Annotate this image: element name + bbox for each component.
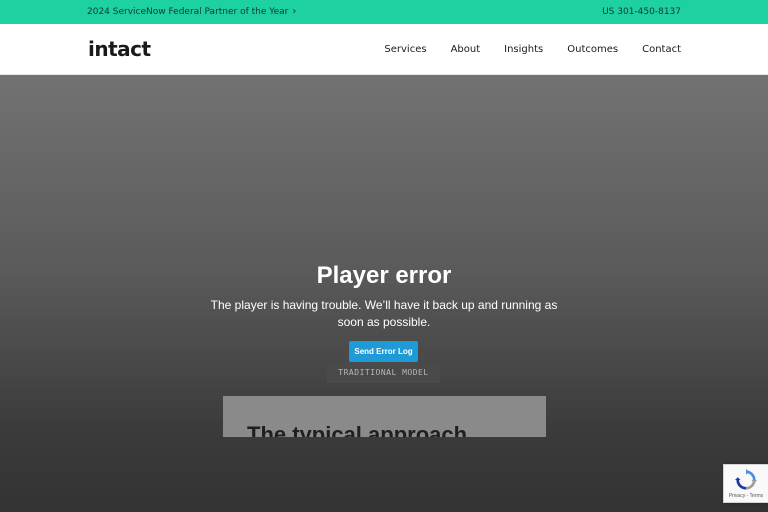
player-error-title: Player error	[316, 262, 452, 289]
approach-card: The typical approach	[223, 396, 546, 437]
nav-item-about[interactable]: About	[451, 44, 481, 55]
logo[interactable]: intact	[88, 37, 151, 61]
nav-item-services[interactable]: Services	[384, 44, 426, 55]
recaptcha-links[interactable]: Privacy - Terms	[729, 493, 763, 499]
recaptcha-icon	[735, 469, 757, 490]
chevron-right-icon[interactable]: ›	[292, 7, 296, 17]
nav-item-insights[interactable]: Insights	[504, 44, 543, 55]
section-tag: TRADITIONAL MODEL	[327, 362, 440, 383]
send-error-log-button[interactable]: Send Error Log	[349, 341, 418, 362]
site-header: intact Services About Insights Outcomes …	[0, 24, 768, 75]
nav-item-contact[interactable]: Contact	[642, 44, 681, 55]
phone-link[interactable]: US 301-450-8137	[602, 7, 681, 17]
announcement-bar: 2024 ServiceNow Federal Partner of the Y…	[0, 0, 768, 24]
card-heading: The typical approach	[247, 422, 468, 437]
main-nav: Services About Insights Outcomes Contact	[384, 44, 681, 55]
promo-text[interactable]: 2024 ServiceNow Federal Partner of the Y…	[87, 7, 288, 17]
nav-item-outcomes[interactable]: Outcomes	[567, 44, 618, 55]
video-player[interactable]	[0, 75, 768, 512]
player-error-message: The player is having trouble. We’ll have…	[210, 298, 558, 329]
promo-link[interactable]: 2024 ServiceNow Federal Partner of the Y…	[87, 7, 296, 18]
recaptcha-badge[interactable]: Privacy - Terms	[723, 464, 768, 503]
